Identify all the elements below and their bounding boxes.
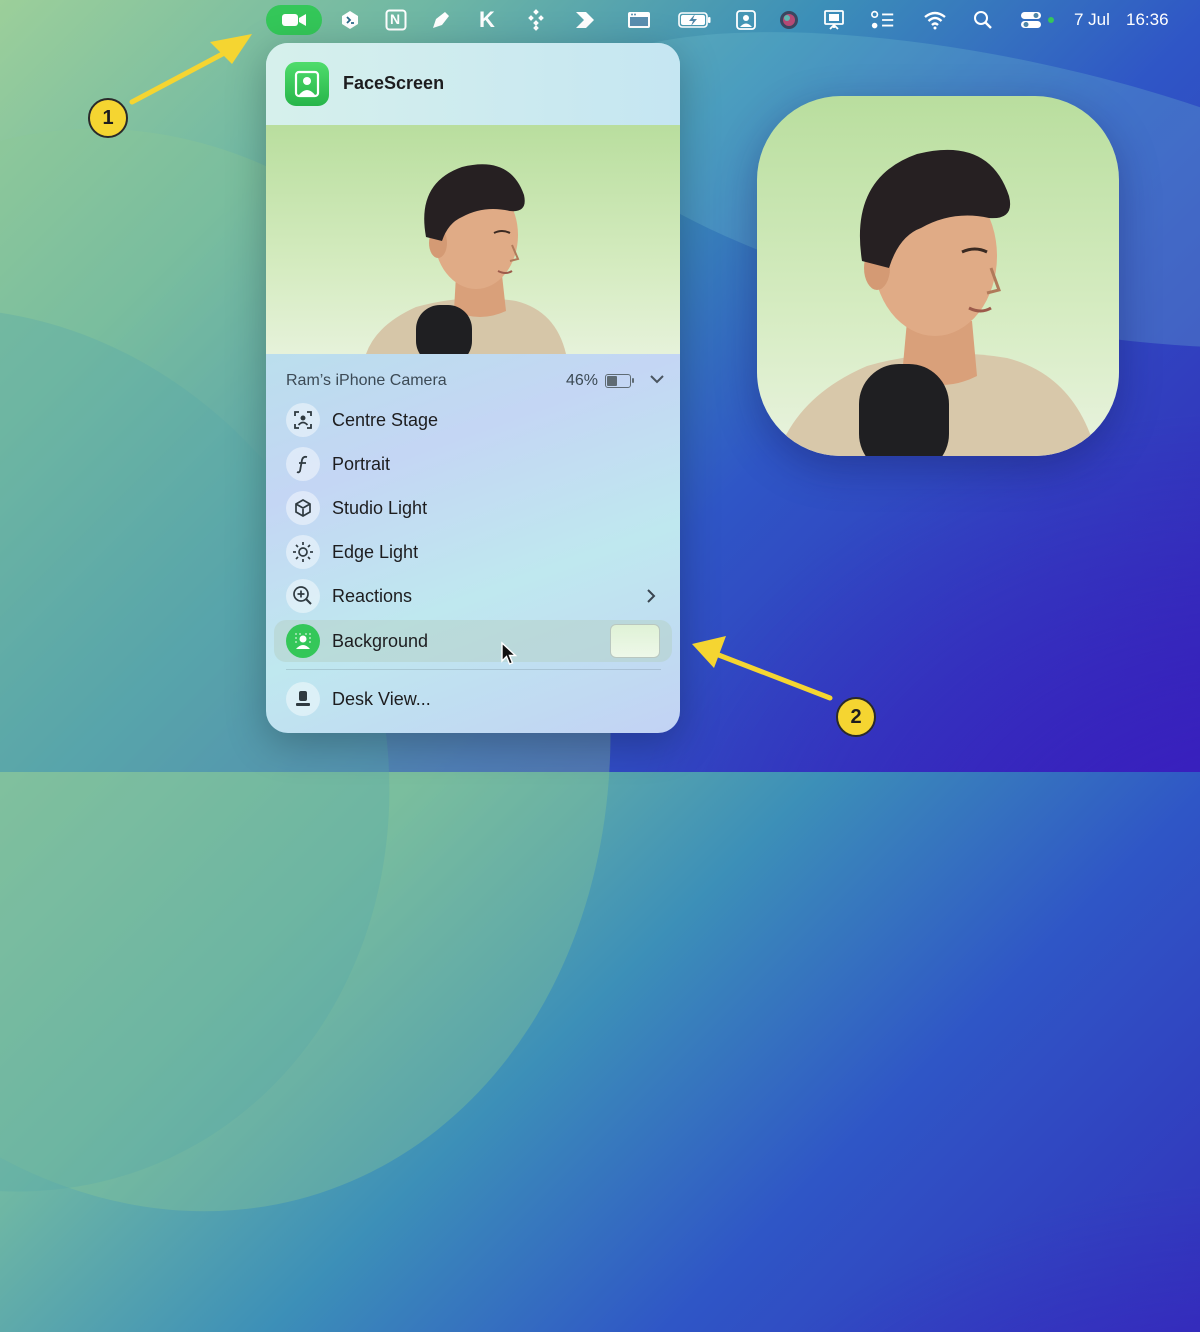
callout-badge-2: 2	[836, 697, 876, 737]
callout-badge-1: 1	[88, 98, 128, 138]
arrow-1	[129, 34, 252, 105]
arrow-2	[692, 636, 833, 701]
callout-arrows	[129, 34, 833, 701]
mouse-cursor-icon	[501, 641, 518, 665]
